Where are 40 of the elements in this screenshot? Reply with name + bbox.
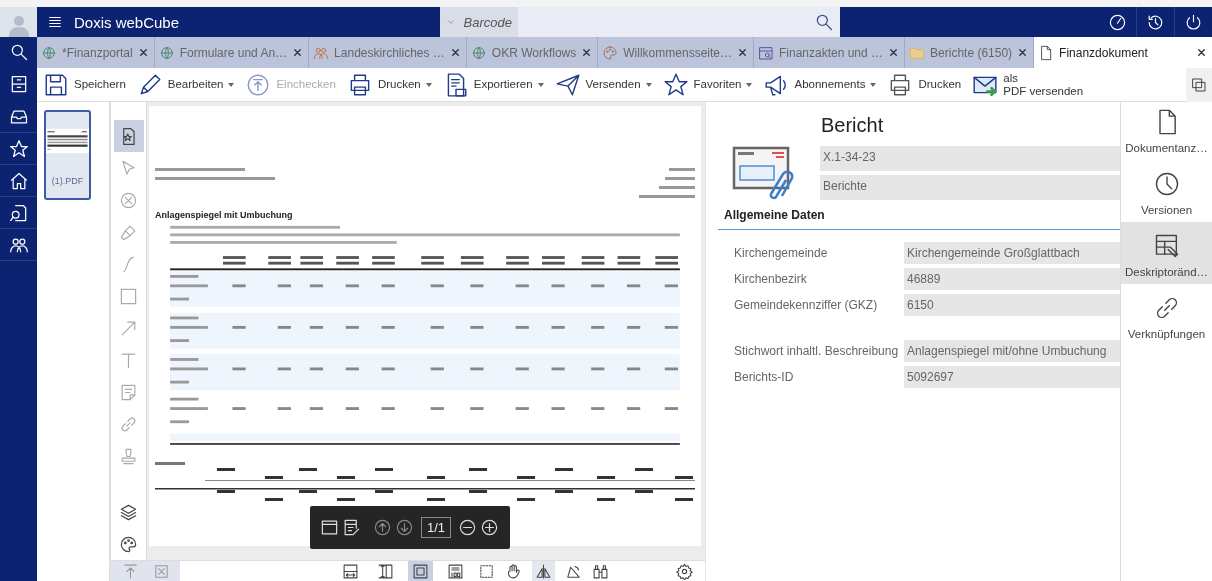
toolbar-button[interactable]: Favoriten [660,68,755,101]
tab[interactable]: Willkommensseite… [598,37,754,68]
field-label: Kirchengemeinde [734,246,829,260]
page-thumbnail[interactable]: (1).PDF [44,110,91,200]
field-label: Kirchenbezirk [734,272,808,286]
side-panel-tab[interactable]: Verknüpfungen [1121,284,1212,346]
toolbar-button[interactable]: Exportieren [440,68,546,101]
text-field[interactable]: 46889 [904,268,1120,290]
tab[interactable]: Formulare und An… [154,37,310,68]
document-type-title: Bericht [820,114,885,138]
text-field[interactable]: 5092697 [904,366,1120,388]
text-field[interactable]: 6150 [904,294,1120,316]
side-panel-tab[interactable]: Versionen [1121,160,1212,222]
app-title: Doxis webCube [74,13,181,31]
text-field[interactable]: Anlagenspiegel mit/ohne Umbuchung [904,340,1120,362]
toolbar-button[interactable]: als PDF versenden [970,68,1086,101]
toolbar-button[interactable]: Bearbeiten [134,68,237,101]
tab[interactable]: OKR Workflows [466,37,599,68]
side-panel-tab[interactable]: Dokumentanz… [1121,102,1212,160]
tab[interactable]: Finanzdokument [1034,37,1212,68]
tab[interactable]: Finanzakten und … [754,37,906,68]
toolbar-button[interactable]: Versenden [552,68,654,101]
text-field[interactable]: Kirchengemeinde Großglattbach [904,242,1120,264]
toolbar-button[interactable]: Abonnements [761,68,879,101]
section-header: Allgemeine Daten [718,208,1120,230]
field-label: Gemeindekennziffer (GKZ) [734,298,879,312]
field-label: Stichwort inhaltl. Beschreibung [734,344,900,358]
toolbar-button[interactable]: Speichern [41,68,128,101]
text-field[interactable]: Berichte [820,175,1120,200]
toolbar-button[interactable]: Drucken [885,68,964,101]
page-number-field[interactable]: 1/1 [421,517,452,538]
search-field[interactable]: Barcode [440,7,840,37]
tab[interactable]: Landeskirchliches … [309,37,467,68]
tab[interactable]: *Finanzportal [37,37,155,68]
text-field[interactable]: X.1-34-23 [820,146,1120,171]
document-title: Anlagenspiegel mit Umbuchung [155,210,294,220]
search-scope-dropdown[interactable]: Barcode [440,7,518,37]
toolbar-button[interactable]: Drucken [344,68,434,101]
field-label: Berichts-ID [734,370,795,384]
side-panel-tab[interactable]: Deskriptoränd… [1121,222,1212,284]
